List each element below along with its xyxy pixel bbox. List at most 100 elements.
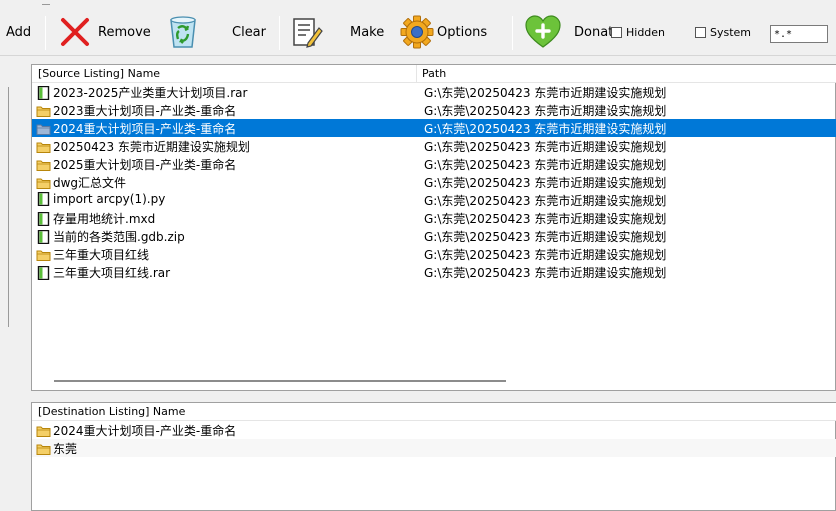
file-icon xyxy=(36,192,53,206)
folder-icon xyxy=(36,104,53,118)
remove-button[interactable]: Remove xyxy=(58,8,151,56)
item-name-text: 2023重大计划项目-产业类-重命名 xyxy=(53,104,237,118)
horizontal-scrollbar[interactable] xyxy=(54,380,506,382)
source-header: [Source Listing] Name Path xyxy=(32,65,836,83)
item-name-text: 当前的各类范围.gdb.zip xyxy=(53,230,185,244)
list-item[interactable]: 2025重大计划项目-产业类-重命名 G:\东莞\20250423 东莞市近期建设… xyxy=(32,155,836,173)
item-name: 2023-2025产业类重大计划项目.rar xyxy=(36,84,247,101)
destination-name-column-header[interactable]: [Destination Listing] Name xyxy=(38,405,185,418)
source-rows: 2023-2025产业类重大计划项目.rar G:\东莞\20250423 东莞市… xyxy=(32,83,836,281)
make-button[interactable]: Make xyxy=(290,8,384,56)
panel-splitter[interactable] xyxy=(31,391,836,402)
source-listing[interactable]: [Source Listing] Name Path 2023-2025产业类重… xyxy=(31,64,836,391)
donate-button[interactable]: Donat xyxy=(524,8,613,56)
app-window: Add Remove Clear Make Options Donat Hidd… xyxy=(0,0,836,511)
destination-listing[interactable]: [Destination Listing] Name 2024重大计划项目-产业… xyxy=(31,402,836,511)
item-name: 三年重大项目红线.rar xyxy=(36,264,170,281)
folder-icon xyxy=(36,140,53,154)
item-path: G:\东莞\20250423 东莞市近期建设实施规划 xyxy=(424,212,667,226)
source-name-column-header[interactable]: [Source Listing] Name xyxy=(38,67,160,80)
item-name-text: dwg汇总文件 xyxy=(53,176,127,190)
item-name-text: 20250423 东莞市近期建设实施规划 xyxy=(53,140,250,154)
file-icon xyxy=(36,85,53,100)
item-path: G:\东莞\20250423 东莞市近期建设实施规划 xyxy=(424,104,667,118)
hidden-checkbox-box[interactable] xyxy=(611,27,622,38)
item-name: 2024重大计划项目-产业类-重命名 xyxy=(36,422,236,439)
list-item[interactable]: import arcpy(1).py G:\东莞\20250423 东莞市近期建设… xyxy=(32,191,836,209)
item-name-text: 三年重大项目红线 xyxy=(53,248,150,262)
clear-label: Clear xyxy=(232,24,266,40)
item-name-text: 存量用地统计.mxd xyxy=(53,212,156,226)
add-label: Add xyxy=(6,24,32,40)
add-button[interactable]: Add xyxy=(6,8,31,56)
item-name-text: 2024重大计划项目-产业类-重命名 xyxy=(53,122,237,136)
toolbar: Add Remove Clear Make Options Donat Hidd… xyxy=(0,8,836,56)
window-mark xyxy=(42,2,50,5)
item-name: 三年重大项目红线 xyxy=(36,246,149,263)
make-label: Make xyxy=(350,24,385,40)
splitter-line xyxy=(8,87,9,327)
hidden-label: Hidden xyxy=(626,26,666,39)
options-button[interactable]: Options xyxy=(400,8,487,56)
system-label: System xyxy=(710,26,752,39)
item-path: G:\东莞\20250423 东莞市近期建设实施规划 xyxy=(424,158,667,172)
remove-x-icon xyxy=(58,15,92,49)
donate-label: Donat xyxy=(574,24,614,40)
left-splitter[interactable] xyxy=(0,57,31,511)
system-checkbox-box[interactable] xyxy=(695,27,706,38)
file-icon xyxy=(36,211,53,226)
list-item[interactable]: 三年重大项目红线.rar G:\东莞\20250423 东莞市近期建设实施规划 xyxy=(32,263,836,281)
item-name: 东莞 xyxy=(36,440,77,457)
item-path: G:\东莞\20250423 东莞市近期建设实施规划 xyxy=(424,194,667,208)
list-item[interactable]: 当前的各类范围.gdb.zip G:\东莞\20250423 东莞市近期建设实施规… xyxy=(32,227,836,245)
options-label: Options xyxy=(437,24,488,40)
item-name-text: 三年重大项目红线.rar xyxy=(53,266,171,280)
file-filter-input[interactable] xyxy=(770,25,828,43)
folder-icon xyxy=(36,158,53,172)
heart-plus-icon xyxy=(524,15,562,49)
list-item[interactable]: 2024重大计划项目-产业类-重命名 G:\东莞\20250423 东莞市近期建设… xyxy=(32,119,836,137)
item-name: 20250423 东莞市近期建设实施规划 xyxy=(36,138,250,155)
system-checkbox[interactable]: System xyxy=(695,26,751,39)
list-item[interactable]: 20250423 东莞市近期建设实施规划 G:\东莞\20250423 东莞市近期… xyxy=(32,137,836,155)
item-name: 2023重大计划项目-产业类-重命名 xyxy=(36,102,236,119)
item-name: 当前的各类范围.gdb.zip xyxy=(36,228,185,245)
toolbar-separator xyxy=(45,16,46,50)
item-path: G:\东莞\20250423 东莞市近期建设实施规划 xyxy=(424,122,667,136)
item-path: G:\东莞\20250423 东莞市近期建设实施规划 xyxy=(424,230,667,244)
toolbar-separator xyxy=(512,16,513,50)
list-item[interactable]: 2023重大计划项目-产业类-重命名 G:\东莞\20250423 东莞市近期建设… xyxy=(32,101,836,119)
list-item[interactable]: 2024重大计划项目-产业类-重命名 xyxy=(32,421,836,439)
item-name-text: 2024重大计划项目-产业类-重命名 xyxy=(53,424,237,438)
item-path: G:\东莞\20250423 东莞市近期建设实施规划 xyxy=(424,140,667,154)
toolbar-separator xyxy=(279,16,280,50)
item-path: G:\东莞\20250423 东莞市近期建设实施规划 xyxy=(424,266,667,280)
item-path: G:\东莞\20250423 东莞市近期建设实施规划 xyxy=(424,248,667,262)
column-divider[interactable] xyxy=(416,65,417,83)
item-name: 存量用地统计.mxd xyxy=(36,210,155,227)
item-name: 2025重大计划项目-产业类-重命名 xyxy=(36,156,236,173)
list-item[interactable]: 东莞 xyxy=(32,439,836,457)
title-strip xyxy=(0,0,836,8)
edit-document-icon xyxy=(290,15,324,49)
folder-icon xyxy=(36,176,53,190)
folder-icon xyxy=(36,442,53,456)
item-name-text: 东莞 xyxy=(53,442,78,456)
list-item[interactable]: 三年重大项目红线 G:\东莞\20250423 东莞市近期建设实施规划 xyxy=(32,245,836,263)
list-item[interactable]: dwg汇总文件 G:\东莞\20250423 东莞市近期建设实施规划 xyxy=(32,173,836,191)
list-item[interactable]: 存量用地统计.mxd G:\东莞\20250423 东莞市近期建设实施规划 xyxy=(32,209,836,227)
hidden-checkbox[interactable]: Hidden xyxy=(611,26,665,39)
item-name-text: import arcpy(1).py xyxy=(53,192,166,206)
recycle-bin-icon xyxy=(166,14,200,50)
item-name: dwg汇总文件 xyxy=(36,174,126,191)
item-name: 2024重大计划项目-产业类-重命名 xyxy=(36,120,236,137)
list-item[interactable]: 2023-2025产业类重大计划项目.rar G:\东莞\20250423 东莞市… xyxy=(32,83,836,101)
remove-label: Remove xyxy=(98,24,151,40)
item-name: import arcpy(1).py xyxy=(36,192,165,206)
clear-button[interactable]: Clear xyxy=(166,8,266,56)
item-name-text: 2023-2025产业类重大计划项目.rar xyxy=(53,86,248,100)
folder-icon xyxy=(36,424,53,438)
item-path: G:\东莞\20250423 东莞市近期建设实施规划 xyxy=(424,176,667,190)
source-path-column-header[interactable]: Path xyxy=(422,67,446,80)
file-icon xyxy=(36,265,53,280)
